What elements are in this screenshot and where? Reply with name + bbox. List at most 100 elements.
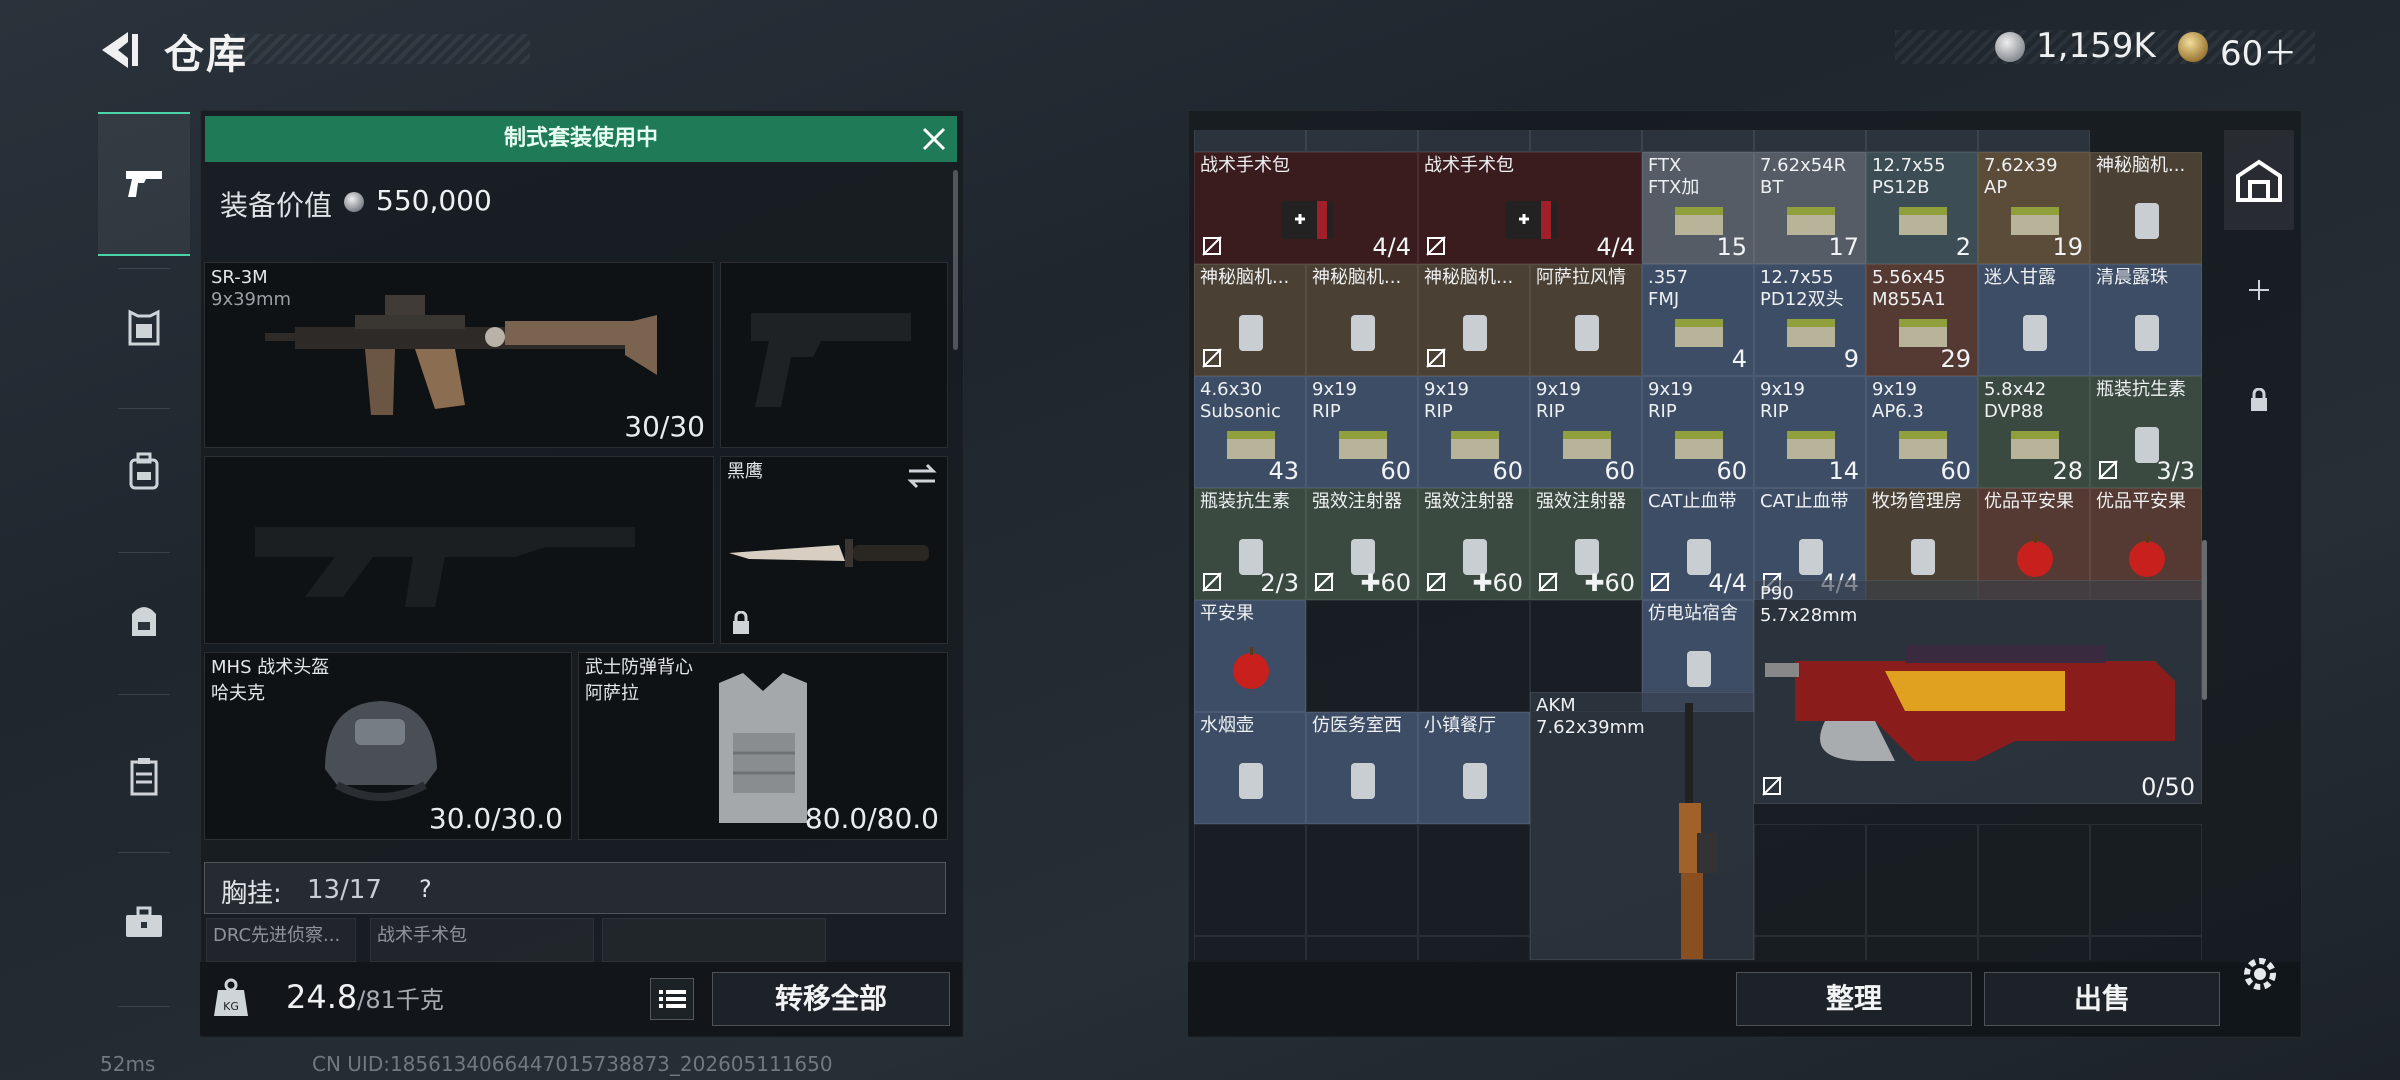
- body-armor-slot[interactable]: 武士防弹背心 阿萨拉 80.0/80.0: [578, 652, 948, 840]
- close-icon[interactable]: [919, 124, 949, 154]
- tab-warehouse[interactable]: [2224, 130, 2294, 230]
- akm-item[interactable]: AKM 7.62x39mm: [1530, 692, 1754, 960]
- empty-slot[interactable]: [1418, 824, 1530, 936]
- swap-icon[interactable]: [905, 463, 939, 489]
- gear-icon[interactable]: [2238, 952, 2282, 996]
- storage-item[interactable]: 9x19 RIP 60: [1418, 376, 1530, 488]
- sell-button[interactable]: 出售: [1984, 972, 2220, 1026]
- storage-item[interactable]: [1194, 130, 1306, 152]
- storage-item[interactable]: 神秘脑机...: [1194, 264, 1306, 376]
- item-count: 60: [1492, 457, 1523, 485]
- storage-item[interactable]: 7.62x54R BT 17: [1754, 152, 1866, 264]
- storage-item[interactable]: 9x19 RIP 60: [1306, 376, 1418, 488]
- storage-item[interactable]: 强效注射器 ✚60: [1530, 488, 1642, 600]
- empty-slot[interactable]: [1866, 824, 1978, 936]
- locked-warehouse-tab[interactable]: [2224, 350, 2294, 450]
- storage-item[interactable]: 神秘脑机...: [2090, 152, 2202, 264]
- chest-item[interactable]: DRC先进侦察...: [206, 918, 356, 962]
- p90-item[interactable]: P90 5.7x28mm 0/50: [1754, 580, 2202, 804]
- storage-item[interactable]: 5.56x45 M855A1 29: [1866, 264, 1978, 376]
- storage-item[interactable]: [1754, 130, 1866, 152]
- storage-item[interactable]: [1642, 130, 1754, 152]
- tab-toolbox[interactable]: [98, 852, 190, 992]
- storage-item[interactable]: [1530, 130, 1642, 152]
- empty-slot[interactable]: [1306, 936, 1418, 960]
- storage-item[interactable]: .357 FMJ 4: [1642, 264, 1754, 376]
- empty-slot[interactable]: [2090, 824, 2202, 936]
- storage-item[interactable]: 战术手术包 4/4: [1194, 152, 1418, 264]
- storage-item[interactable]: [1306, 130, 1418, 152]
- storage-item[interactable]: 平安果: [1194, 600, 1306, 712]
- storage-item[interactable]: 12.7x55 PD12双头 9: [1754, 264, 1866, 376]
- help-icon[interactable]: ?: [419, 875, 432, 903]
- storage-item[interactable]: [1978, 130, 2090, 152]
- empty-slot[interactable]: [1978, 936, 2090, 960]
- transfer-all-button[interactable]: 转移全部: [712, 972, 950, 1026]
- storage-item[interactable]: 神秘脑机...: [1306, 264, 1418, 376]
- item-count: 9: [1843, 345, 1859, 373]
- storage-item[interactable]: CAT止血带 4/4: [1642, 488, 1754, 600]
- tab-backpack[interactable]: [98, 402, 190, 542]
- item-name: 强效注射器: [1424, 491, 1514, 512]
- sort-button[interactable]: 整理: [1736, 972, 1972, 1026]
- storage-item[interactable]: 9x19 RIP 14: [1754, 376, 1866, 488]
- storage-item[interactable]: 9x19 AP6.3 60: [1866, 376, 1978, 488]
- empty-slot[interactable]: [1306, 600, 1418, 712]
- tab-container[interactable]: [98, 706, 190, 846]
- item-count: ✚60: [1584, 569, 1635, 597]
- storage-item[interactable]: [1866, 130, 1978, 152]
- empty-slot[interactable]: [1754, 824, 1866, 936]
- tab-weapons[interactable]: [98, 112, 190, 256]
- empty-slot[interactable]: [1306, 824, 1418, 936]
- empty-slot[interactable]: [1866, 936, 1978, 960]
- chest-item[interactable]: [602, 918, 826, 962]
- item-name: 平安果: [1200, 603, 1254, 624]
- storage-item[interactable]: 清晨露珠: [2090, 264, 2202, 376]
- storage-scrollbar[interactable]: [2202, 540, 2207, 700]
- storage-item[interactable]: 水烟壶: [1194, 712, 1306, 824]
- back-arrow-icon[interactable]: [98, 28, 142, 72]
- storage-item[interactable]: 仿医务室西: [1306, 712, 1418, 824]
- storage-item[interactable]: 迷人甘露: [1978, 264, 2090, 376]
- empty-slot[interactable]: [1194, 936, 1306, 960]
- storage-item[interactable]: 7.62x39 AP 19: [1978, 152, 2090, 264]
- storage-item[interactable]: 战术手术包 4/4: [1418, 152, 1642, 264]
- loadout-scrollbar[interactable]: [953, 170, 958, 350]
- storage-item[interactable]: 强效注射器 ✚60: [1306, 488, 1418, 600]
- sidearm-slot[interactable]: [720, 262, 948, 448]
- storage-item[interactable]: 4.6x30 Subsonic 43: [1194, 376, 1306, 488]
- list-view-button[interactable]: [650, 978, 694, 1020]
- melee-slot[interactable]: 黑鹰: [720, 456, 948, 644]
- storage-item[interactable]: 5.8x42 DVP88 28: [1978, 376, 2090, 488]
- smg-image: [1765, 645, 2175, 761]
- storage-item[interactable]: 瓶装抗生素 2/3: [1194, 488, 1306, 600]
- empty-slot[interactable]: [1754, 936, 1866, 960]
- tab-bag[interactable]: [98, 550, 190, 690]
- unlock-icon: [2098, 460, 2118, 480]
- add-warehouse-button[interactable]: [2224, 240, 2294, 340]
- helmet-slot[interactable]: MHS 战术头盔 哈夫克 30.0/30.0: [204, 652, 572, 840]
- storage-item[interactable]: 强效注射器 ✚60: [1418, 488, 1530, 600]
- storage-item[interactable]: 12.7x55 PS12B 2: [1866, 152, 1978, 264]
- storage-item[interactable]: [1418, 130, 1530, 152]
- storage-item[interactable]: 瓶装抗生素 3/3: [2090, 376, 2202, 488]
- empty-slot[interactable]: [1194, 824, 1306, 936]
- storage-item[interactable]: 阿萨拉风情: [1530, 264, 1642, 376]
- unlock-icon: [1762, 776, 1782, 796]
- empty-slot[interactable]: [1978, 824, 2090, 936]
- storage-item[interactable]: 9x19 RIP 60: [1642, 376, 1754, 488]
- secondary-weapon-slot[interactable]: [204, 456, 714, 644]
- storage-item[interactable]: 神秘脑机...: [1418, 264, 1530, 376]
- tab-armor[interactable]: [98, 258, 190, 398]
- chest-rig-bar[interactable]: 胸挂: 13/17 ?: [204, 862, 946, 914]
- primary-weapon-slot[interactable]: SR-3M 9x39mm 30/30: [204, 262, 714, 448]
- storage-item[interactable]: 小镇餐厅: [1418, 712, 1530, 824]
- chest-item[interactable]: 战术手术包: [370, 918, 594, 962]
- item-image: [1233, 647, 1269, 689]
- empty-slot[interactable]: [1418, 600, 1530, 712]
- empty-slot[interactable]: [1418, 936, 1530, 960]
- storage-item[interactable]: FTX FTX加 15: [1642, 152, 1754, 264]
- empty-slot[interactable]: [2090, 936, 2202, 960]
- storage-item[interactable]: 9x19 RIP 60: [1530, 376, 1642, 488]
- ticket-amount[interactable]: 60＋: [2220, 26, 2297, 75]
